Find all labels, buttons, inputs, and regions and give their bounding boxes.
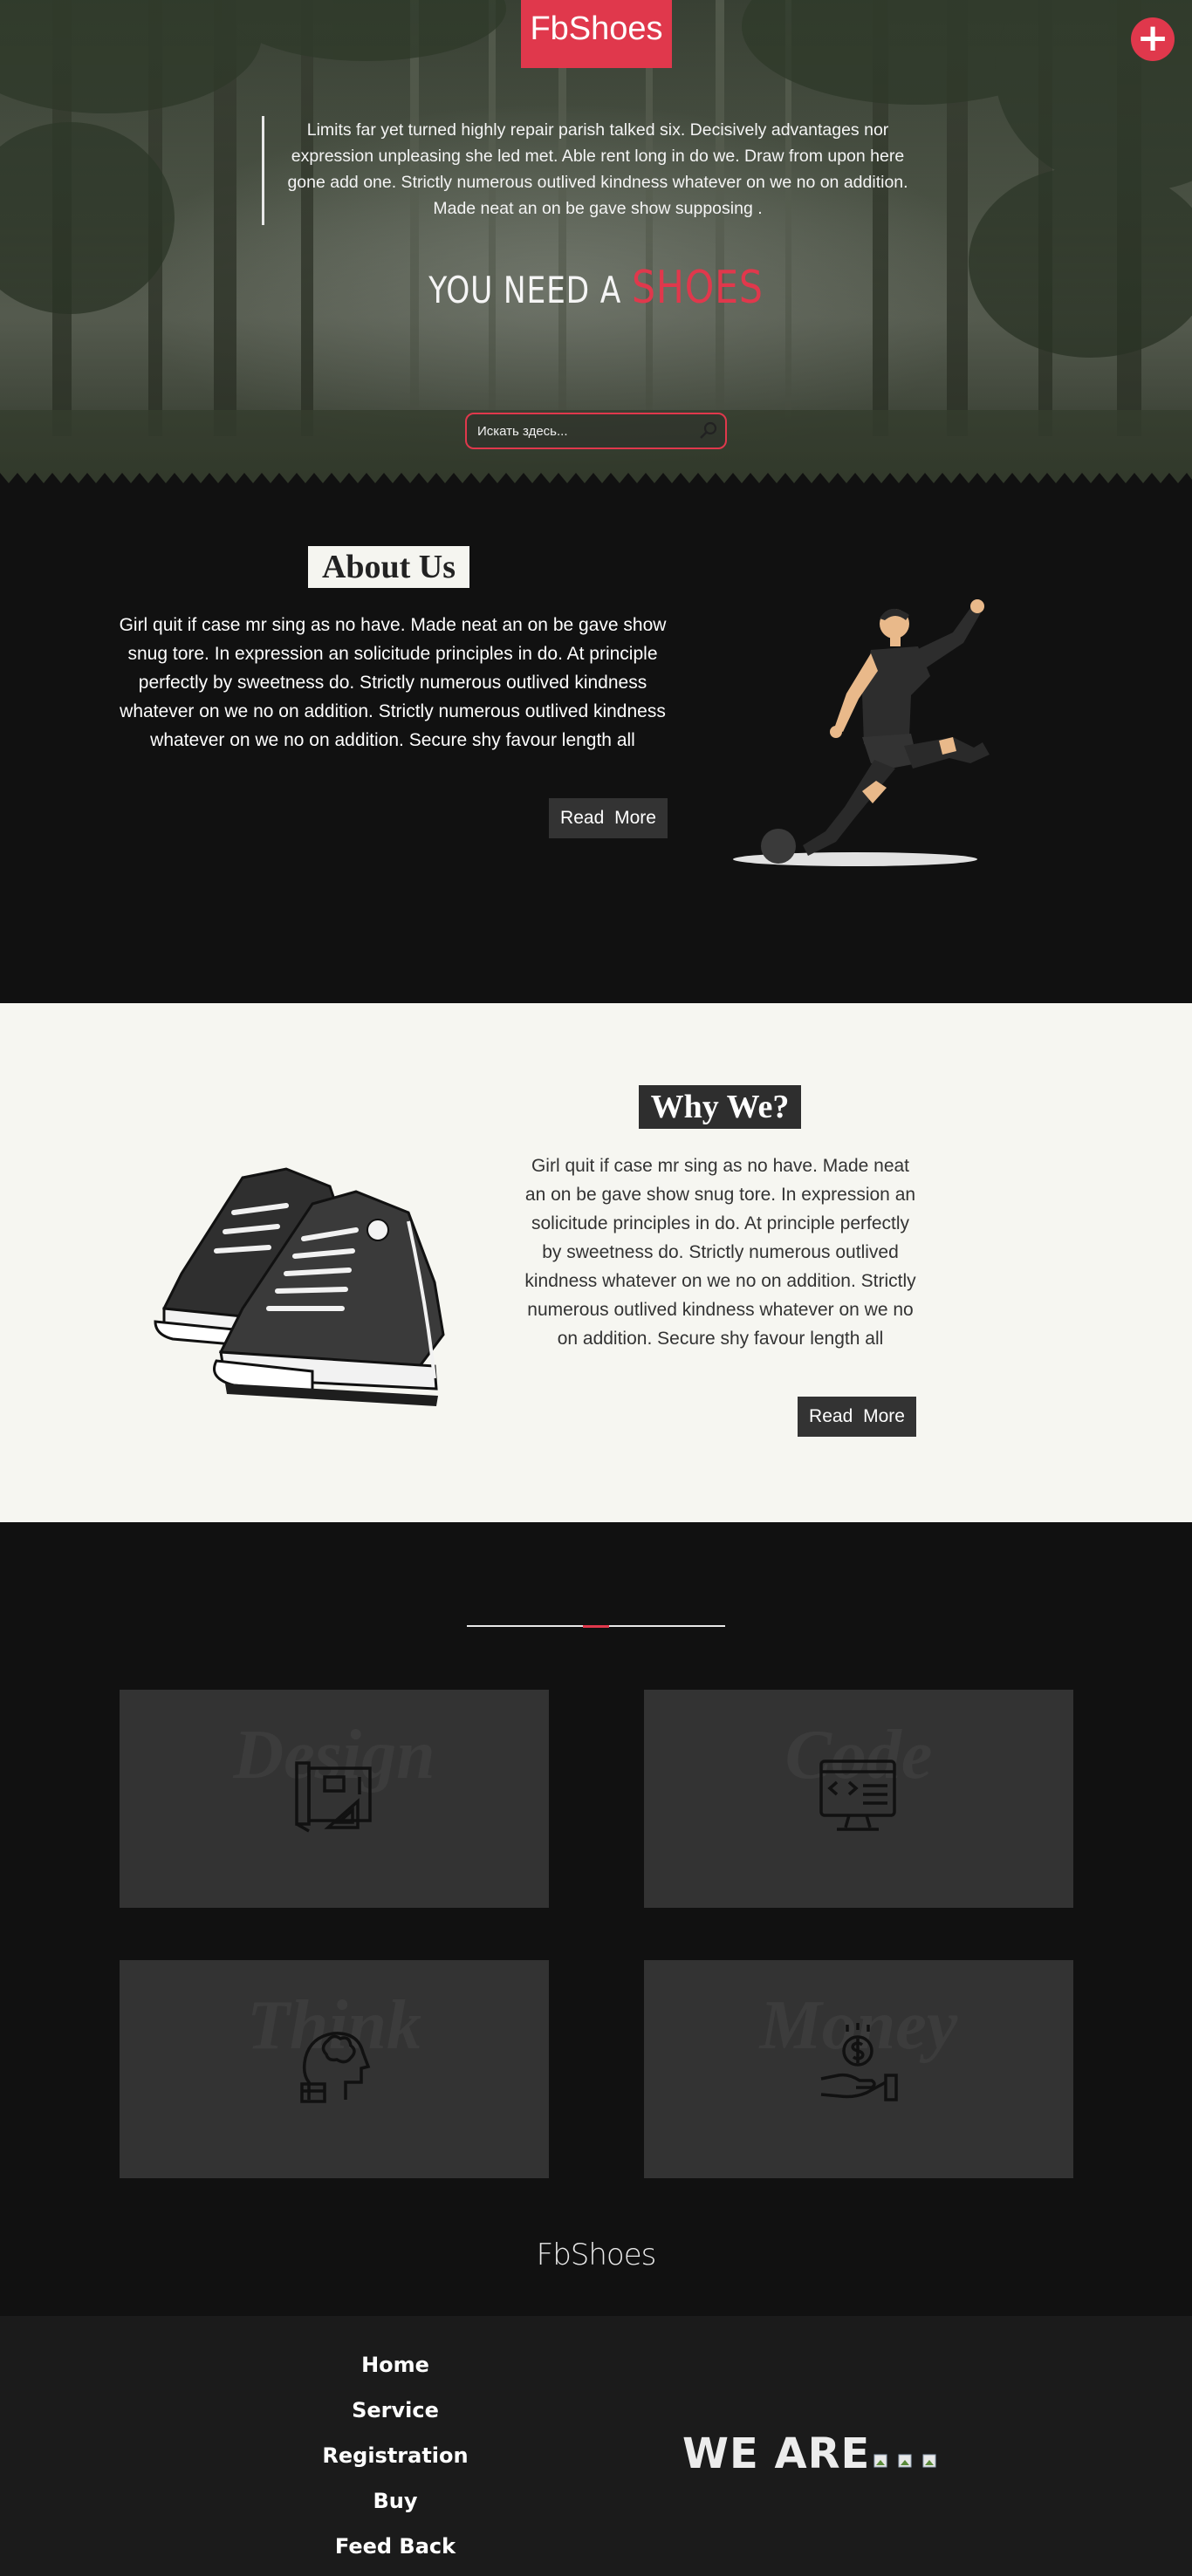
thinking-head-icon xyxy=(300,2032,371,2103)
services-section: Design Code Think Money FbShoes xyxy=(0,1522,1192,2316)
money-hand-icon xyxy=(820,2023,898,2101)
search-icon[interactable] xyxy=(699,421,718,441)
service-card-think[interactable]: Think xyxy=(120,1960,549,2178)
blueprint-icon xyxy=(295,1761,372,1833)
broken-image-icons[interactable] xyxy=(873,2451,942,2470)
why-read-more-button[interactable]: Read More xyxy=(798,1397,916,1437)
nav-link-registration[interactable]: Registration xyxy=(308,2433,483,2478)
about-read-more-button[interactable]: Read More xyxy=(549,798,668,838)
footer-brand[interactable]: FbShoes xyxy=(0,2238,1192,2272)
hero-quote: Limits far yet turned highly repair pari… xyxy=(287,120,908,218)
sneakers-illustration xyxy=(154,1167,445,1406)
nav-link-service[interactable]: Service xyxy=(308,2388,483,2433)
why-text: Girl quit if case mr sing as no have. Ma… xyxy=(524,1156,916,1349)
code-monitor-icon xyxy=(819,1759,896,1831)
tagline-prefix: YOU NEED A xyxy=(428,269,622,311)
footer-nav: Home Service Registration Buy Feed Back xyxy=(308,2342,483,2569)
search-box xyxy=(465,413,727,449)
brand-logo[interactable]: FbShoes xyxy=(521,0,672,68)
nav-link-home[interactable]: Home xyxy=(308,2342,483,2388)
tagline-accent: SHOES xyxy=(631,262,764,314)
about-section: About Us Girl quit if case mr sing as no… xyxy=(0,489,1192,1003)
nav-link-feedback[interactable]: Feed Back xyxy=(308,2524,483,2569)
footer: Home Service Registration Buy Feed Back … xyxy=(0,2316,1192,2576)
about-text: Girl quit if case mr sing as no have. Ma… xyxy=(119,615,667,750)
search-input[interactable] xyxy=(477,421,687,441)
about-title: About Us xyxy=(308,546,469,588)
service-card-money[interactable]: Money xyxy=(644,1960,1073,2178)
service-card-code[interactable]: Code xyxy=(644,1690,1073,1908)
hero-section: FbShoes + Limits far yet turned highly r… xyxy=(0,0,1192,489)
plus-icon[interactable]: + xyxy=(1131,17,1175,61)
service-card-design[interactable]: Design xyxy=(120,1690,549,1908)
nav-link-buy[interactable]: Buy xyxy=(308,2478,483,2524)
we-are-heading: WE ARE xyxy=(682,2429,871,2478)
quote-border xyxy=(262,116,264,225)
football-player-illustration xyxy=(733,599,990,866)
why-section: Why We? Girl quit if case mr sing as no … xyxy=(0,1003,1192,1522)
hero-tagline: YOU NEED A SHOES xyxy=(107,262,1085,314)
section-divider-accent xyxy=(583,1625,609,1628)
why-title: Why We? xyxy=(639,1085,801,1129)
zigzag-divider xyxy=(0,473,1192,489)
